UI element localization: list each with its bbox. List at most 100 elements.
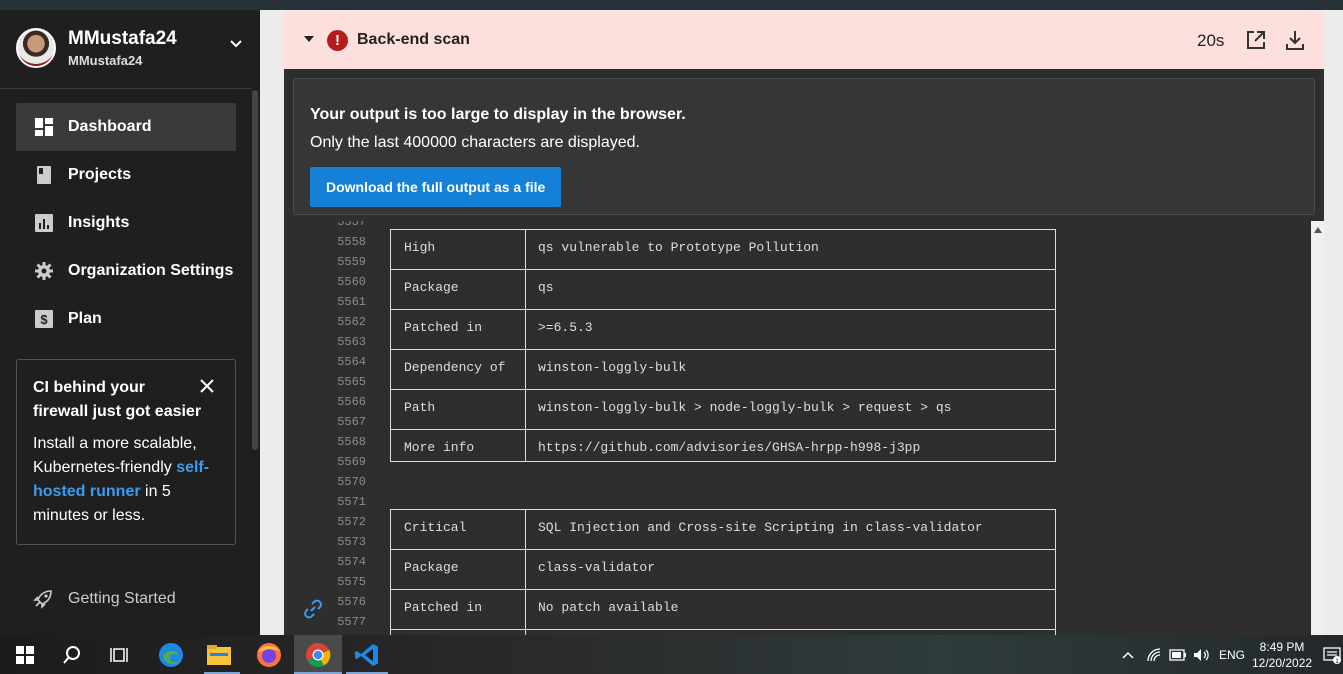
step-title: Back-end scan xyxy=(357,31,470,48)
line-number: 5577 xyxy=(337,615,366,629)
line-number: 5560 xyxy=(337,275,366,289)
download-icon[interactable] xyxy=(1284,29,1306,51)
line-number: 5567 xyxy=(337,415,366,429)
scroll-up-icon[interactable] xyxy=(1314,227,1322,233)
warning-title: Your output is too large to display in t… xyxy=(310,106,686,123)
table-cell-key: Patched in xyxy=(404,600,483,615)
table-border xyxy=(1055,229,1056,461)
sidebar-item-label: Projects xyxy=(68,166,132,183)
table-cell-key: High xyxy=(404,240,436,255)
language-indicator[interactable]: ENG xyxy=(1219,635,1245,674)
sidebar: MMustafa24 MMustafa24 Dashboard Projects… xyxy=(0,10,260,635)
sidebar-scrollbar[interactable] xyxy=(252,90,258,450)
wifi-icon[interactable] xyxy=(1147,635,1163,674)
table-border xyxy=(390,509,1056,510)
caret-down-icon[interactable] xyxy=(304,36,314,42)
table-border xyxy=(390,389,1056,390)
table-border xyxy=(1055,509,1056,635)
table-border xyxy=(525,509,526,635)
line-number: 5568 xyxy=(337,435,366,449)
user-handle: MMustafa24 xyxy=(68,53,143,68)
notifications-icon[interactable]: 1 xyxy=(1323,635,1341,674)
line-number: 5576 xyxy=(337,595,366,609)
sidebar-item-plan[interactable]: $ Plan xyxy=(16,295,236,343)
table-border xyxy=(390,309,1056,310)
gear-icon xyxy=(35,262,53,280)
table-border xyxy=(390,549,1056,550)
table-cell-key: Package xyxy=(404,280,459,295)
promo-card: CI behind your firewall just got easier … xyxy=(16,359,236,545)
step-header[interactable]: ! Back-end scan 20s xyxy=(284,12,1324,69)
getting-started-label: Getting Started xyxy=(68,590,176,607)
line-number: 5565 xyxy=(337,375,366,389)
getting-started-link[interactable]: Getting Started xyxy=(32,588,176,610)
table-border xyxy=(390,629,1056,630)
volume-icon[interactable] xyxy=(1193,635,1211,674)
bar-chart-icon xyxy=(35,214,53,232)
line-number: 5559 xyxy=(337,255,366,269)
table-cell-value: winston-loggly-bulk xyxy=(538,360,687,375)
clock[interactable]: 8:49 PM 12/20/2022 xyxy=(1252,639,1312,671)
log-panel: Your output is too large to display in t… xyxy=(284,69,1324,635)
vscode-icon[interactable] xyxy=(352,640,382,670)
battery-icon[interactable] xyxy=(1169,635,1187,674)
svg-text:$: $ xyxy=(40,312,48,327)
search-icon[interactable] xyxy=(57,640,87,670)
dashboard-icon xyxy=(35,118,53,136)
line-number: 5566 xyxy=(337,395,366,409)
sidebar-item-label: Insights xyxy=(68,214,130,231)
log-output: 5557 5558 5559 5560 5561 5562 5563 5564 5565 5566… xyxy=(284,221,1306,635)
promo-title: CI behind your firewall just got easier xyxy=(33,379,202,420)
output-warning: Your output is too large to display in t… xyxy=(293,78,1315,215)
task-view-icon[interactable] xyxy=(104,640,134,670)
table-cell-key: More info xyxy=(404,440,475,455)
taskbar: ENG 8:49 PM 12/20/2022 1 xyxy=(0,635,1343,674)
line-number: 5575 xyxy=(337,575,366,589)
tray-chevron-up-icon[interactable] xyxy=(1121,635,1135,674)
line-number: 5574 xyxy=(337,555,366,569)
sidebar-item-label: Plan xyxy=(68,310,102,327)
sidebar-item-label: Organization Settings xyxy=(68,262,234,279)
table-border xyxy=(390,589,1056,590)
table-cell-value: qs xyxy=(538,280,554,295)
table-border xyxy=(390,269,1056,270)
table-cell-key: Patched in xyxy=(404,320,483,335)
table-cell-value: winston-loggly-bulk > node-loggly-bulk >… xyxy=(538,400,952,415)
rocket-icon xyxy=(33,590,52,609)
sidebar-item-projects[interactable]: Projects xyxy=(16,151,236,199)
step-duration: 20s xyxy=(1197,31,1225,50)
open-in-new-icon[interactable] xyxy=(1245,29,1267,51)
edge-browser-icon[interactable] xyxy=(156,640,186,670)
chrome-icon[interactable] xyxy=(303,640,333,670)
table-border xyxy=(390,349,1056,350)
line-number: 5573 xyxy=(337,535,366,549)
table-cell-key: Dependency of xyxy=(404,360,506,375)
step-panel: ! Back-end scan 20s Your output is too l… xyxy=(284,12,1324,635)
table-cell-key: Path xyxy=(404,400,436,415)
user-menu[interactable]: MMustafa24 MMustafa24 xyxy=(16,26,246,78)
sidebar-item-insights[interactable]: Insights xyxy=(16,199,236,247)
file-explorer-icon[interactable] xyxy=(204,640,234,670)
line-number: 5561 xyxy=(337,295,366,309)
table-cell-value: qs vulnerable to Prototype Pollution xyxy=(538,240,819,255)
book-icon xyxy=(37,166,51,184)
table-border xyxy=(525,229,526,461)
table-border xyxy=(390,429,1056,430)
windows-start-icon[interactable] xyxy=(10,640,40,670)
table-cell-key: Critical xyxy=(404,520,467,535)
chevron-down-icon[interactable] xyxy=(228,36,244,52)
firefox-icon[interactable] xyxy=(254,640,284,670)
line-number: 5563 xyxy=(337,335,366,349)
promo-text: Install a more scalable, Kubernetes-frie… xyxy=(33,435,197,476)
log-scrollbar[interactable] xyxy=(1311,221,1324,635)
close-icon[interactable] xyxy=(199,378,215,394)
link-icon[interactable] xyxy=(302,598,324,620)
sidebar-item-dashboard[interactable]: Dashboard xyxy=(16,103,236,151)
line-number: 5570 xyxy=(337,475,366,489)
sidebar-item-label: Dashboard xyxy=(68,118,152,135)
table-cell-value: class-validator xyxy=(538,560,656,575)
avatar[interactable] xyxy=(16,28,56,68)
line-number: 5572 xyxy=(337,515,366,529)
sidebar-item-organization-settings[interactable]: Organization Settings xyxy=(16,247,236,295)
download-output-button[interactable]: Download the full output as a file xyxy=(310,167,562,207)
